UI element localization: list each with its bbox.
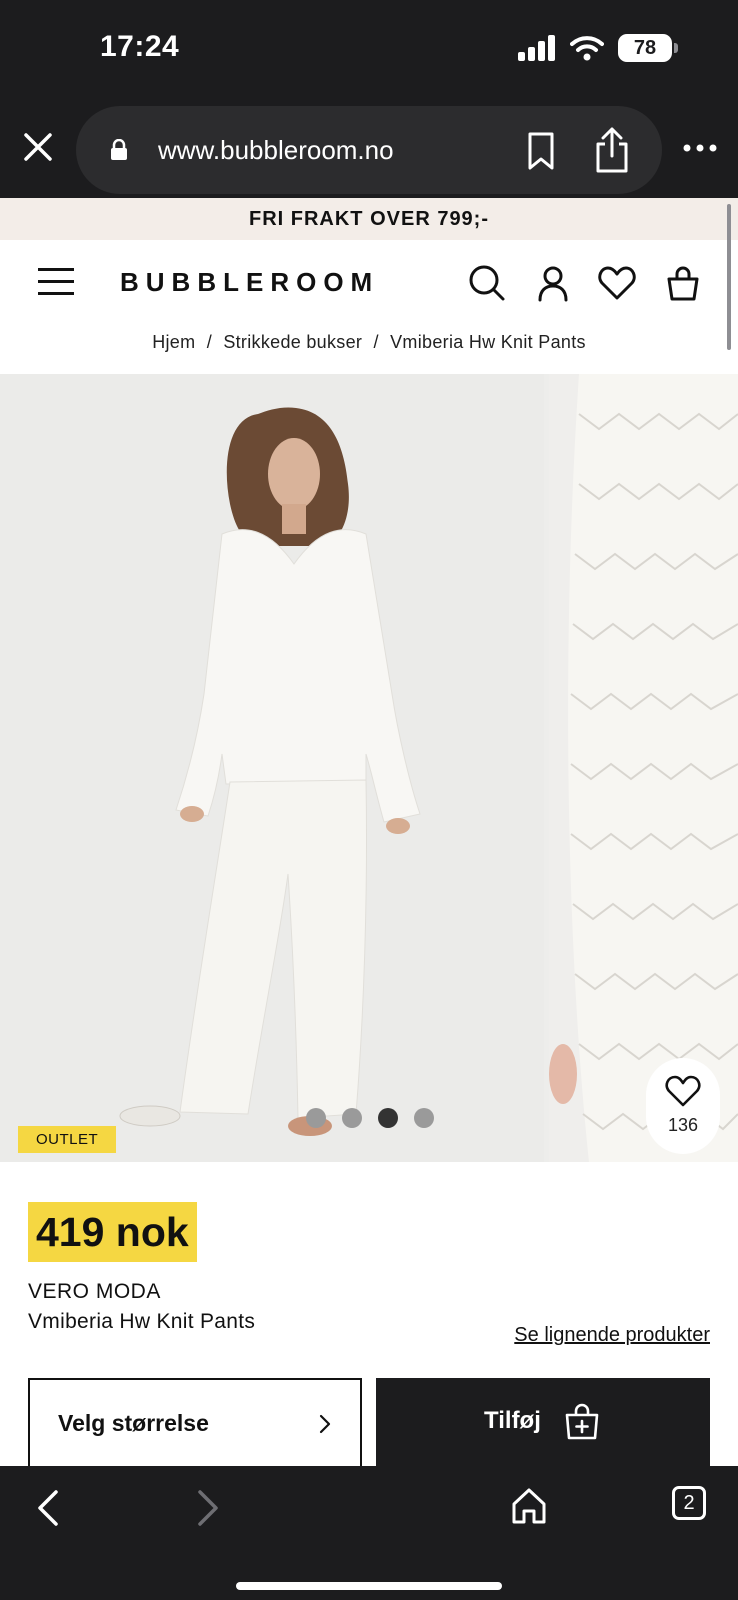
breadcrumb-separator: / <box>206 332 213 352</box>
wishlist-button[interactable]: 136 <box>646 1058 720 1154</box>
product-image-main[interactable] <box>0 374 544 1162</box>
page-scrollbar[interactable] <box>727 204 731 350</box>
model-photo <box>0 374 544 1162</box>
product-image-gallery[interactable]: OUTLET 136 <box>0 374 738 1162</box>
product-name: Vmiberia Hw Knit Pants <box>28 1310 256 1333</box>
chevron-right-icon <box>319 1414 331 1434</box>
search-icon[interactable] <box>468 264 506 302</box>
gallery-dot[interactable] <box>342 1108 362 1128</box>
promo-banner: FRI FRAKT OVER 799;- <box>0 198 738 240</box>
breadcrumb-link-category[interactable]: Strikkede bukser <box>223 332 362 352</box>
home-indicator[interactable] <box>236 1582 502 1590</box>
breadcrumb-separator: / <box>373 332 379 352</box>
heart-icon[interactable] <box>598 264 636 302</box>
wifi-icon <box>570 36 604 61</box>
site-header: BUBBLEROOM <box>0 240 738 324</box>
signal-icon <box>518 35 555 61</box>
product-brand[interactable]: VERO MODA <box>28 1280 161 1304</box>
menu-icon[interactable] <box>38 268 74 296</box>
outlet-badge: OUTLET <box>18 1126 117 1153</box>
bag-plus-icon <box>565 1403 599 1440</box>
select-size-label: Velg størrelse <box>58 1410 209 1436</box>
battery-indicator: 78 <box>618 34 678 62</box>
bookmark-icon[interactable] <box>524 131 558 171</box>
tabs-button[interactable]: 2 <box>672 1486 706 1520</box>
gallery-dot[interactable] <box>414 1108 434 1128</box>
knit-closeup-photo <box>549 374 738 1162</box>
address-bar[interactable]: www.bubbleroom.no <box>76 106 662 194</box>
status-icons: 78 <box>518 34 678 62</box>
gallery-pagination <box>306 1108 434 1128</box>
browser-bottom-toolbar: 2 <box>0 1466 738 1600</box>
account-icon[interactable] <box>534 264 572 302</box>
site-logo[interactable]: BUBBLEROOM <box>120 267 379 298</box>
add-to-cart-button[interactable]: Tilføj <box>376 1378 710 1466</box>
wishlist-count: 136 <box>667 1115 699 1135</box>
web-page: FRI FRAKT OVER 799;- BUBBLEROOM Hjem / S… <box>0 198 738 1466</box>
share-icon[interactable] <box>592 126 632 174</box>
breadcrumb: Hjem / Strikkede bukser / Vmiberia Hw Kn… <box>0 324 738 374</box>
gallery-dot[interactable] <box>306 1108 326 1128</box>
home-icon[interactable] <box>510 1486 548 1526</box>
status-time: 17:24 <box>100 30 180 63</box>
more-icon[interactable] <box>682 136 718 160</box>
gallery-dot-active[interactable] <box>378 1108 398 1128</box>
add-to-cart-label: Tilføj <box>484 1407 541 1434</box>
similar-products-link[interactable]: Se lignende produkter <box>514 1324 710 1347</box>
heart-icon <box>665 1075 701 1107</box>
forward-icon[interactable] <box>192 1488 222 1528</box>
status-bar: 17:24 78 <box>0 0 738 98</box>
shopping-bag-icon[interactable] <box>664 264 702 302</box>
url-text: www.bubbleroom.no <box>158 135 394 165</box>
lock-icon <box>111 139 127 160</box>
breadcrumb-current: Vmiberia Hw Knit Pants <box>390 332 586 352</box>
product-image-next[interactable] <box>549 374 738 1162</box>
select-size-button[interactable]: Velg størrelse <box>28 1378 362 1466</box>
back-icon[interactable] <box>34 1488 64 1528</box>
browser-toolbar: www.bubbleroom.no <box>0 98 738 198</box>
close-icon[interactable] <box>20 129 56 165</box>
product-price: 419 nok <box>28 1202 197 1262</box>
breadcrumb-link-home[interactable]: Hjem <box>152 332 195 352</box>
